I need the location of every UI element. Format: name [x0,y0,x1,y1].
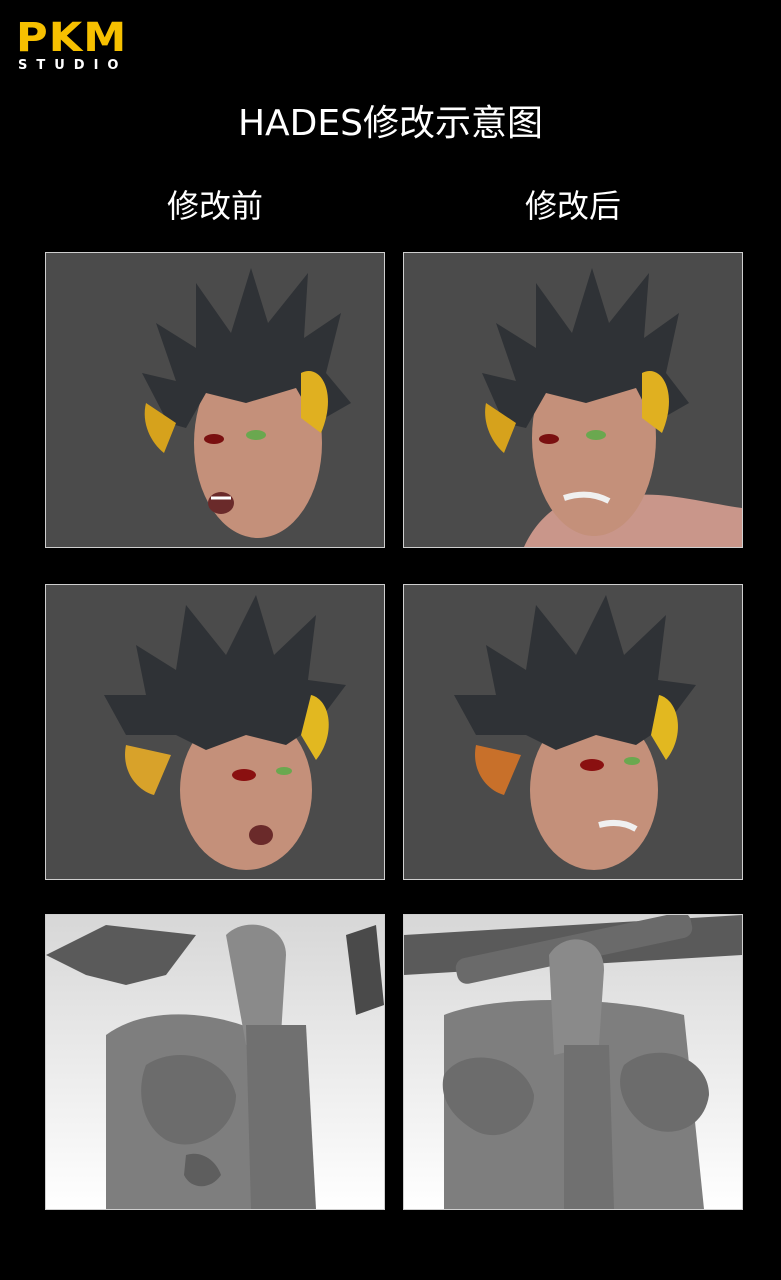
sculpt-body-before-image [45,914,385,1210]
pkm-studio-logo: PKM STUDIO [16,18,166,74]
head-angle-before-image [45,584,385,880]
logo-sub-text: STUDIO [18,58,128,73]
column-header-before: 修改前 [166,187,263,225]
head-angle-after-image [403,584,743,880]
sculpt-body-after-image [403,914,743,1210]
logo-main-text: PKM [16,15,128,61]
column-header-after: 修改后 [524,187,621,225]
page-title: HADES修改示意图 [237,103,544,144]
head-front-before-image [45,252,385,548]
head-front-after-image [403,252,743,548]
